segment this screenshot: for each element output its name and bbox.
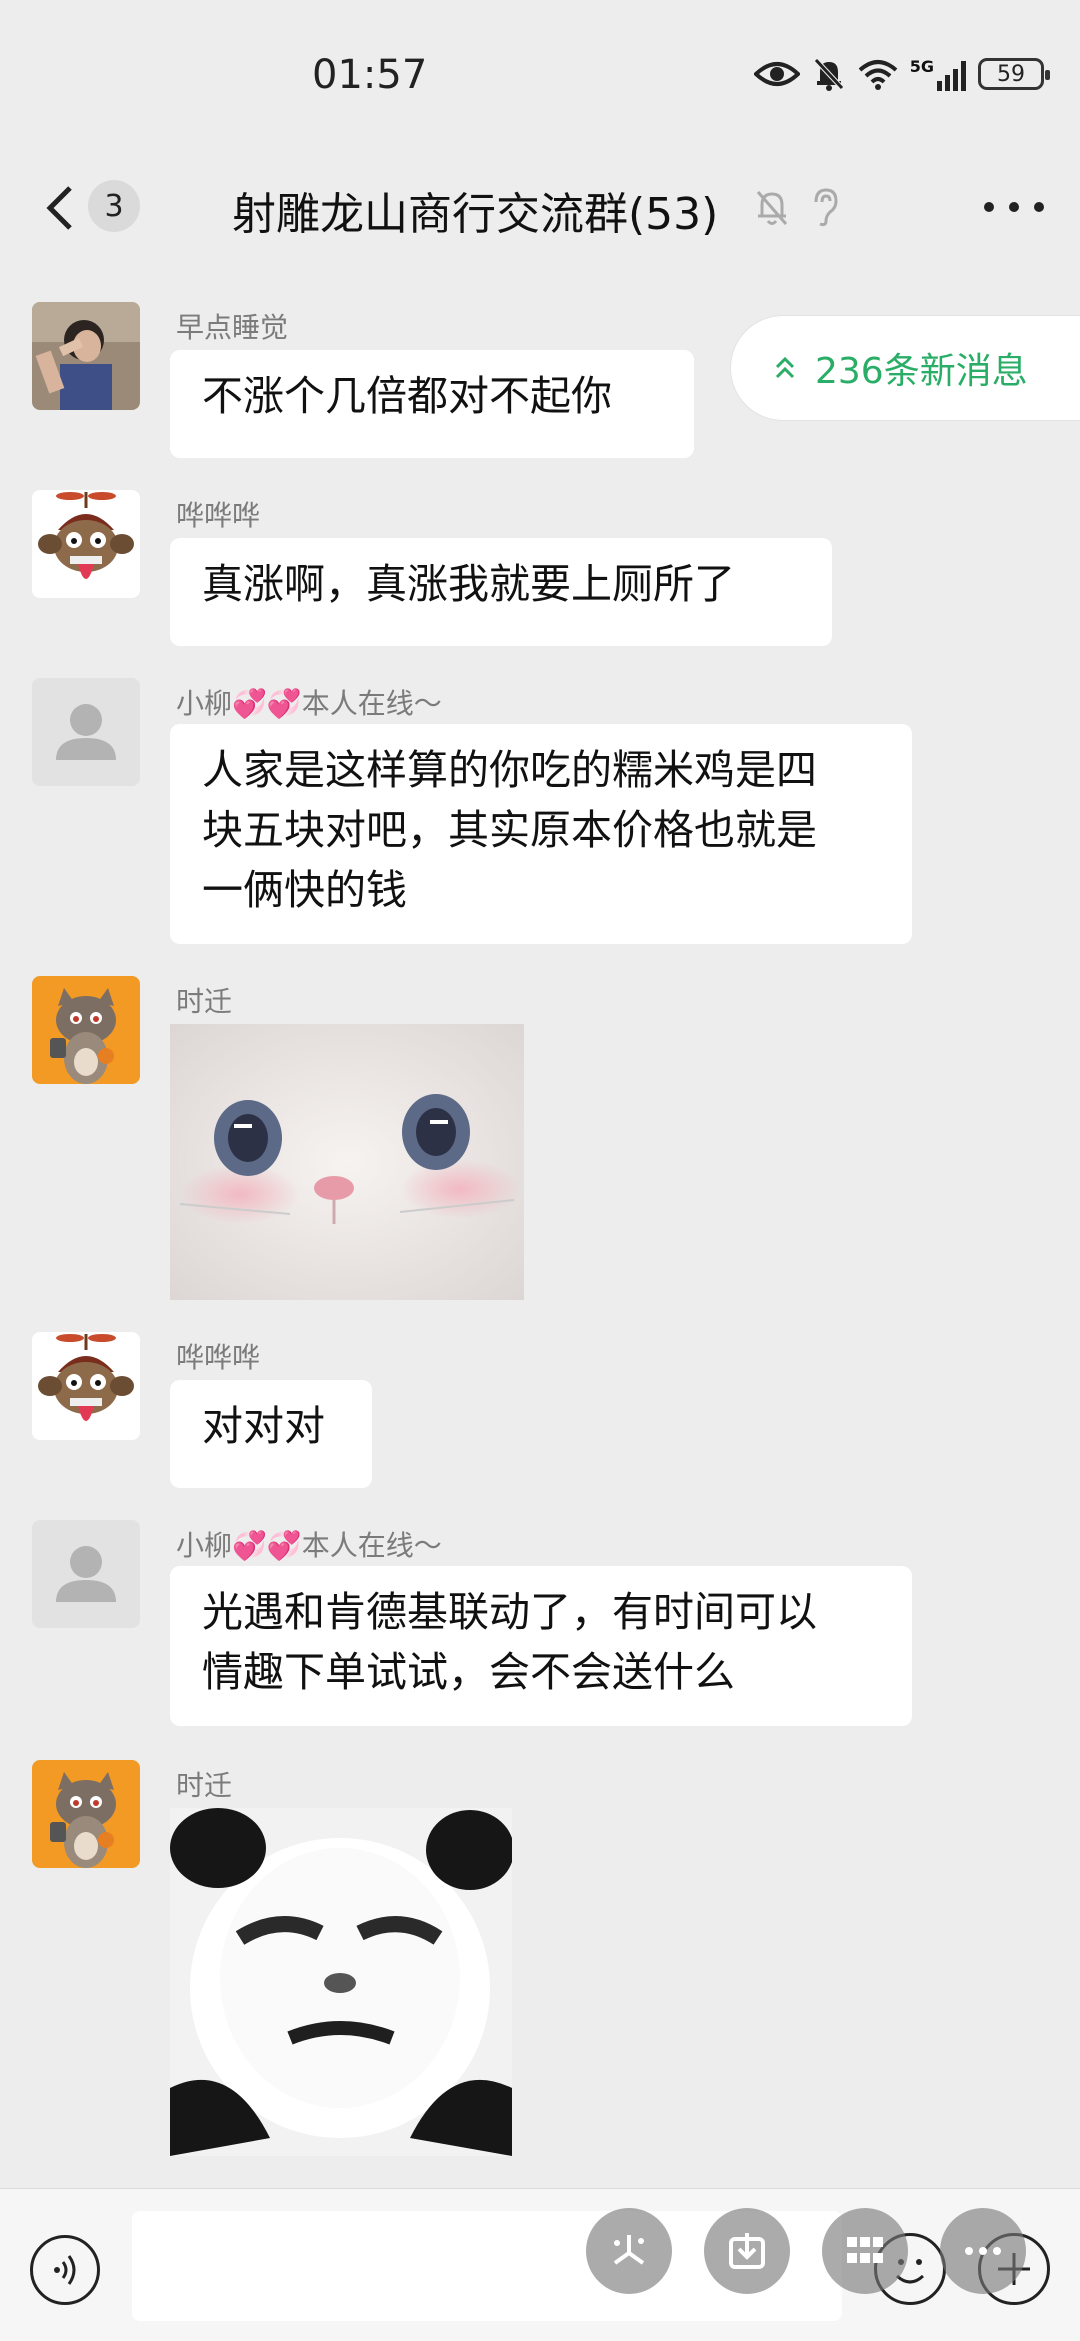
avatar[interactable] (32, 490, 140, 598)
message-line: 情趣下单试试，会不会送什么 (202, 1648, 735, 1696)
more-dots-icon (984, 202, 994, 212)
floating-more-button[interactable] (940, 2208, 1026, 2294)
signal-5g-icon: 5G (910, 57, 966, 91)
bell-off-icon (756, 191, 788, 225)
floating-grid-button[interactable] (822, 2208, 908, 2294)
sender-name: 时迁 (176, 1769, 233, 1802)
unread-count-badge[interactable]: 3 (88, 180, 140, 232)
sender-name: 小柳💞💞本人在线～ (176, 1529, 442, 1562)
new-messages-button[interactable]: 236条新消息 (730, 315, 1080, 421)
message-line: 光遇和肯德基联动了，有时间可以 (202, 1588, 817, 1636)
sender-name: 小柳💞💞本人在线～ (176, 687, 442, 720)
chevron-left-icon (46, 186, 72, 230)
message-line: 块五块对吧，其实原本价格也就是 (202, 806, 817, 854)
ear-icon (814, 188, 838, 227)
status-time: 01:57 (312, 52, 428, 98)
chat-header: 3 射雕龙山商行交流群(53) (0, 150, 1080, 270)
message-line: 人家是这样算的你吃的糯米鸡是四 (202, 746, 817, 794)
grid-icon (847, 2237, 883, 2263)
status-icons: 5G 59 (753, 56, 1050, 92)
sender-name: 哗哗哗 (176, 499, 261, 532)
sender-name: 时迁 (176, 985, 233, 1018)
new-messages-label: 236条新消息 (815, 351, 1028, 392)
sender-name: 哗哗哗 (176, 1341, 261, 1374)
message-bubble[interactable]: 对对对 (170, 1380, 372, 1488)
avatar[interactable] (32, 302, 140, 410)
message-bubble[interactable]: 不涨个几倍都对不起你 (170, 350, 694, 458)
floating-star-button[interactable] (586, 2208, 672, 2294)
wifi-icon (858, 60, 898, 90)
bell-off-icon (813, 58, 844, 91)
sticker-panda-meme[interactable] (170, 1808, 512, 2156)
avatar[interactable] (32, 1520, 140, 1628)
eye-icon (753, 62, 800, 86)
avatar[interactable] (32, 1332, 140, 1440)
status-bar: 01:57 5G 59 (0, 0, 1080, 150)
message-line: 一俩快的钱 (202, 866, 407, 914)
default-avatar-icon (32, 1520, 140, 1628)
input-bar (0, 2188, 1080, 2341)
voice-icon (54, 2255, 76, 2285)
double-chevron-up-icon (775, 356, 795, 379)
message-bubble[interactable]: 光遇和肯德基联动了，有时间可以 情趣下单试试，会不会送什么 (170, 1566, 912, 1726)
chat-title[interactable]: 射雕龙山商行交流群(53) (232, 178, 718, 242)
avatar[interactable] (32, 678, 140, 786)
voice-button[interactable] (30, 2235, 100, 2305)
default-avatar-icon (32, 678, 140, 786)
sticker-white-cat[interactable] (170, 1024, 524, 1300)
battery-icon: 59 (978, 58, 1050, 90)
more-button[interactable] (984, 182, 1044, 232)
message-bubble[interactable]: 人家是这样算的你吃的糯米鸡是四 块五块对吧，其实原本价格也就是 一俩快的钱 (170, 724, 912, 944)
avatar[interactable] (32, 1760, 140, 1868)
sender-name: 早点睡觉 (176, 311, 289, 344)
avatar[interactable] (32, 976, 140, 1084)
more-dots-icon (965, 2247, 1001, 2255)
download-icon (729, 2233, 765, 2269)
floating-download-button[interactable] (704, 2208, 790, 2294)
message-bubble[interactable]: 真涨啊，真涨我就要上厕所了 (170, 538, 832, 646)
sparkle-icon (613, 2235, 645, 2265)
back-button[interactable] (40, 178, 80, 238)
